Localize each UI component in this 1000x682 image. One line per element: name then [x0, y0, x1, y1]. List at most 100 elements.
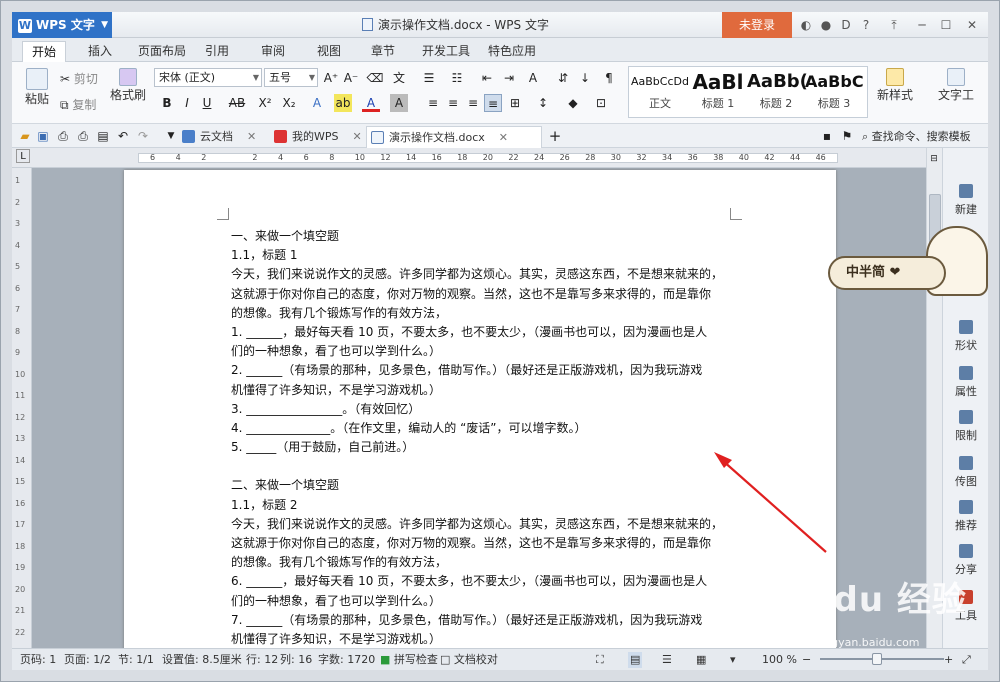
command-search[interactable]: ⌕ 查找命令、搜索模板	[862, 128, 971, 144]
spell-check-toggle[interactable]: ■ 拼写检查	[380, 652, 438, 668]
change-case-icon[interactable]: A	[524, 69, 542, 87]
style-normal[interactable]: AaBbCcDd 正文	[631, 67, 689, 117]
paste-button[interactable]: 粘贴	[20, 68, 54, 107]
tab-page-layout[interactable]: 页面布局	[132, 41, 192, 62]
style-heading-1[interactable]: AaBl 标题 1	[689, 67, 747, 117]
preview-icon[interactable]: ▤	[94, 127, 112, 145]
zoom-value[interactable]: 100 %	[762, 652, 797, 668]
strikethrough-icon[interactable]: AB	[226, 94, 248, 112]
close-tab-icon[interactable]: ✕	[247, 130, 256, 143]
app-menu-button[interactable]: W WPS 文字 ▼	[12, 12, 112, 38]
zoom-slider-handle[interactable]	[872, 653, 882, 665]
flag-icon[interactable]: ⚑	[838, 127, 856, 145]
tab-insert[interactable]: 插入	[80, 41, 120, 62]
tab-review[interactable]: 审阅	[256, 41, 290, 62]
shading-icon[interactable]: ◆	[564, 94, 582, 112]
undo-icon[interactable]: ↶	[114, 127, 132, 145]
zoom-out-icon[interactable]: −	[802, 652, 811, 668]
restore-ribbon-icon[interactable]: ⤒	[884, 12, 904, 38]
shrink-font-icon[interactable]: A⁻	[342, 69, 360, 87]
full-screen-icon[interactable]: ⛶	[596, 652, 604, 668]
align-left-icon[interactable]: ≡	[424, 94, 442, 112]
doc-tab-active[interactable]: 演示操作文档.docx ✕	[366, 126, 542, 148]
outline-view-icon[interactable]: ☰	[662, 652, 672, 668]
superscript-icon[interactable]: X²	[256, 94, 274, 112]
borders-icon[interactable]: ⊡	[592, 94, 610, 112]
zoom-slider[interactable]	[820, 658, 944, 660]
font-color-icon[interactable]: A	[362, 94, 380, 112]
settings-icon[interactable]: ●	[816, 12, 836, 38]
close-tab-icon[interactable]: ✕	[499, 131, 508, 144]
login-button[interactable]: 未登录	[722, 12, 792, 38]
numbering-icon[interactable]: ☷	[448, 69, 466, 87]
panel-properties[interactable]: 属性	[943, 366, 989, 399]
feedback-icon[interactable]: ▪	[818, 127, 836, 145]
new-style-button[interactable]: 新样式	[874, 68, 916, 103]
page-view-icon[interactable]: ▤	[628, 652, 643, 668]
format-painter-button[interactable]: 格式刷	[108, 68, 148, 103]
tab-chapter[interactable]: 章节	[366, 41, 400, 62]
chinese-layout-icon[interactable]: ⇵	[554, 69, 572, 87]
decrease-indent-icon[interactable]: ⇤	[478, 69, 496, 87]
doc-compare-toggle[interactable]: □ 文档校对	[440, 652, 498, 668]
copy-button[interactable]: ⧉ 复制	[60, 96, 96, 113]
panel-new[interactable]: 新建	[943, 184, 989, 217]
panel-upload[interactable]: 传图	[943, 456, 989, 489]
tab-special[interactable]: 特色应用	[482, 41, 542, 62]
style-heading-2[interactable]: AaBb( 标题 2	[747, 67, 808, 117]
skin-icon[interactable]: ◐	[796, 12, 816, 38]
panel-recommend[interactable]: 推荐	[943, 500, 989, 533]
help-icon[interactable]: ?	[856, 12, 876, 38]
close-tab-icon[interactable]: ✕	[353, 130, 362, 143]
print-icon[interactable]: ⎙	[74, 127, 92, 145]
vertical-ruler[interactable]: 1 2 3 4 5 6 7 8 9 10 11 12 13 14 15 16 17 18 19 20 21 22	[12, 168, 32, 648]
tab-developer[interactable]: 开发工具	[416, 41, 476, 62]
tab-view[interactable]: 视图	[312, 41, 346, 62]
italic-icon[interactable]: I	[178, 94, 196, 112]
export-icon[interactable]: ⎙	[54, 127, 72, 145]
cut-button[interactable]: ✂ 剪切	[60, 70, 98, 87]
save-icon[interactable]: ▣	[34, 127, 52, 145]
grow-font-icon[interactable]: A⁺	[322, 69, 340, 87]
underline-icon[interactable]: U	[198, 94, 216, 112]
text-effect-icon[interactable]: A	[308, 94, 326, 112]
web-view-icon[interactable]: ▦	[696, 652, 706, 668]
tab-references[interactable]: 引用	[200, 41, 234, 62]
align-center-icon[interactable]: ≡	[444, 94, 462, 112]
increase-indent-icon[interactable]: ⇥	[500, 69, 518, 87]
panel-shape[interactable]: 形状	[943, 320, 989, 353]
char-shading-icon[interactable]: A	[390, 94, 408, 112]
zoom-in-icon[interactable]: +	[944, 652, 953, 668]
line-spacing-icon[interactable]: ↕	[534, 94, 552, 112]
clear-format-icon[interactable]: ⌫	[366, 69, 384, 87]
minimize-icon[interactable]: ─	[912, 12, 932, 38]
page-nav-icon[interactable]: ⊟	[927, 150, 941, 168]
new-tab-icon[interactable]: +	[546, 127, 564, 145]
align-justify-icon[interactable]: ≡	[484, 94, 502, 112]
doc-tab-mywps[interactable]: 我的WPS ✕	[270, 126, 376, 148]
redo-icon[interactable]: ↷	[134, 127, 152, 145]
text-tools-button[interactable]: 文字工	[934, 68, 978, 103]
distribute-icon[interactable]: ⊞	[506, 94, 524, 112]
bold-icon[interactable]: B	[158, 94, 176, 112]
panel-restrict[interactable]: 限制	[943, 410, 989, 443]
tab-start[interactable]: 开始	[22, 41, 66, 62]
font-name-select[interactable]: 宋体 (正文) ▼	[154, 68, 262, 87]
sort-icon[interactable]: ↓	[576, 69, 594, 87]
align-right-icon[interactable]: ≡	[464, 94, 482, 112]
phonetic-icon[interactable]: 文	[390, 69, 408, 87]
style-heading-3[interactable]: AaBbC 标题 3	[805, 67, 864, 117]
subscript-icon[interactable]: X₂	[280, 94, 298, 112]
font-size-select[interactable]: 五号 ▼	[264, 68, 318, 87]
close-icon[interactable]: ✕	[962, 12, 982, 38]
tab-stop-icon[interactable]: L	[16, 149, 30, 163]
doc-tab-cloud[interactable]: 云文档 ✕	[178, 126, 272, 148]
bullets-icon[interactable]: ☰	[420, 69, 438, 87]
horizontal-ruler[interactable]: L 6 4 2 2 4 6 8 10 12 14 16 18 20 22 24 26 28 30 32 34 36 38 4…	[12, 148, 942, 168]
open-folder-icon[interactable]: ▰	[16, 127, 34, 145]
reading-mode-icon[interactable]: ▾	[730, 652, 736, 668]
fit-window-icon[interactable]: ⤢	[962, 652, 971, 668]
show-marks-icon[interactable]: ¶	[600, 69, 618, 87]
highlight-icon[interactable]: ab	[334, 94, 352, 112]
maximize-icon[interactable]: ☐	[936, 12, 956, 38]
